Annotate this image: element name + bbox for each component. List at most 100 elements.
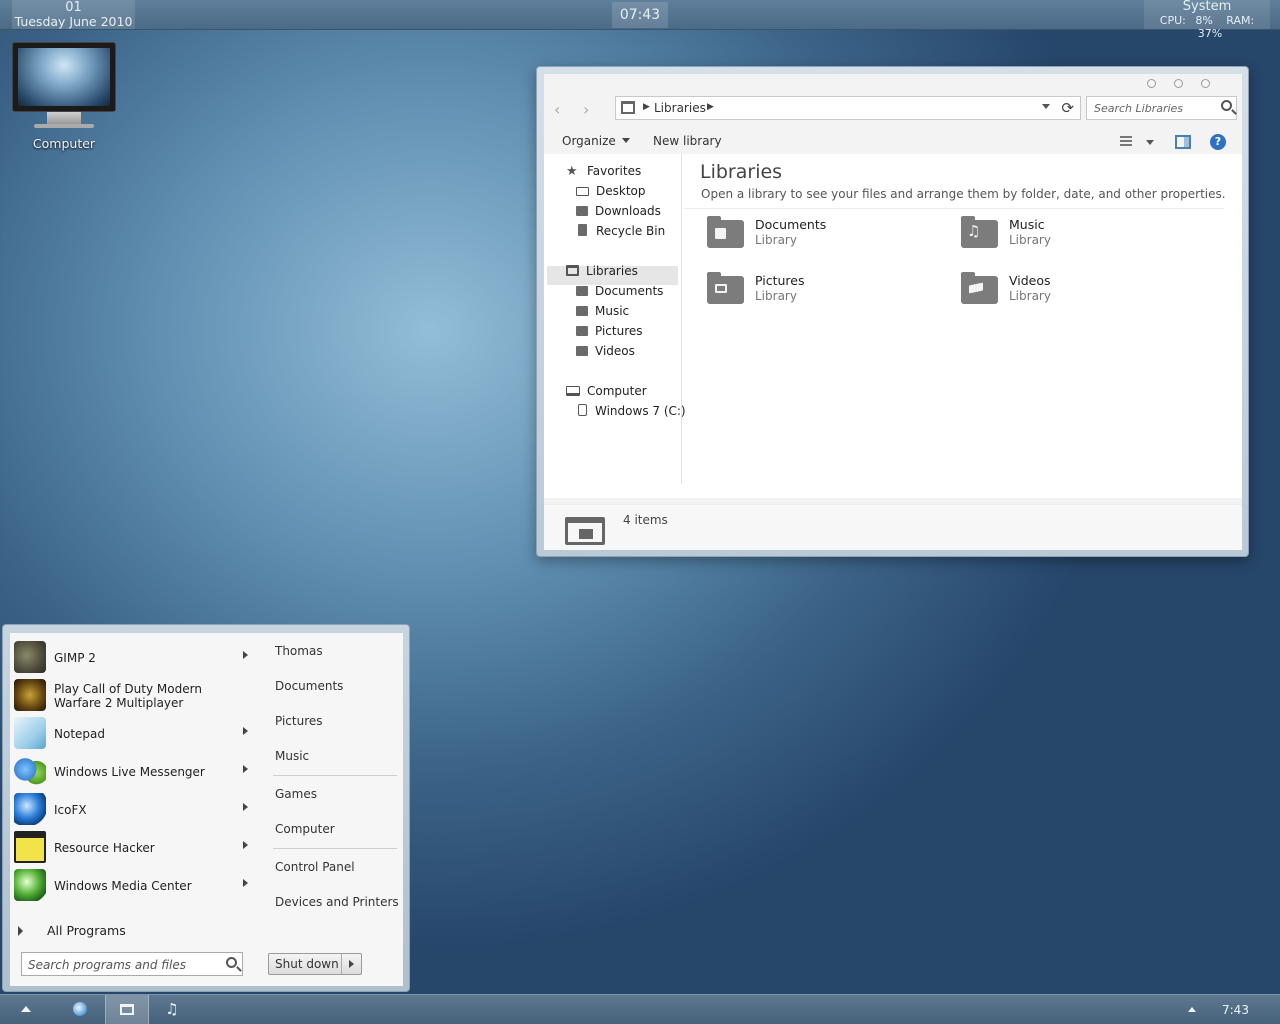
program-resource-hacker[interactable]: Resource Hacker (12, 829, 250, 865)
ram-value: 37% (1197, 27, 1223, 40)
help-icon[interactable]: ? (1210, 134, 1226, 150)
forward-button[interactable]: › (583, 100, 589, 119)
folder-icon (120, 1004, 134, 1015)
library-tile-documents[interactable]: Documents Library (707, 216, 927, 257)
pictures-folder-icon (576, 326, 588, 336)
taskbar-explorer-button[interactable] (105, 995, 149, 1024)
start-button[interactable] (4, 995, 48, 1024)
ram-label: RAM: (1226, 14, 1255, 27)
submenu-arrow-icon (243, 841, 248, 849)
media-center-icon (14, 869, 46, 901)
close-button[interactable] (1201, 79, 1210, 88)
icofx-icon (14, 793, 46, 825)
library-tile-videos[interactable]: Videos Library (961, 272, 1181, 313)
date-day: 01 (65, 0, 82, 15)
cpu-value: 8% (1195, 14, 1213, 27)
cpu-label: CPU: (1159, 14, 1186, 27)
organize-menu[interactable]: Organize (562, 134, 630, 148)
videos-library-icon (961, 272, 998, 304)
chevron-right-icon (18, 926, 23, 936)
desktop-icon-computer[interactable]: Computer (10, 42, 118, 151)
caption-buttons (1133, 77, 1210, 91)
shutdown-button[interactable]: Shut down (268, 953, 362, 975)
program-gimp[interactable]: GIMP 2 (12, 639, 250, 675)
details-pane: 4 items (544, 504, 1242, 550)
messenger-icon (14, 755, 46, 787)
taskbar-clock[interactable]: 7:43 (1222, 1003, 1249, 1017)
place-user[interactable]: Thomas (275, 644, 323, 658)
taskbar-ie-button[interactable] (58, 995, 102, 1024)
submenu-arrow-icon (243, 727, 248, 735)
program-media-center[interactable]: Windows Media Center (12, 867, 250, 903)
documents-library-icon (707, 216, 744, 248)
search-icon[interactable] (1221, 100, 1232, 111)
maximize-button[interactable] (1174, 79, 1184, 88)
breadcrumb-separator-icon[interactable]: ▶ (707, 102, 714, 112)
downloads-folder-icon (576, 206, 588, 216)
nav-computer[interactable]: Computer (566, 384, 647, 403)
program-live-messenger[interactable]: Windows Live Messenger (12, 753, 250, 789)
show-hidden-icons-icon[interactable] (1188, 1007, 1196, 1012)
nav-videos[interactable]: Videos (576, 344, 635, 363)
nav-documents[interactable]: Documents (576, 284, 663, 303)
nav-desktop[interactable]: Desktop (576, 184, 646, 203)
explorer-content: ★ Favorites Desktop Downloads Recycle Bin… (544, 154, 1242, 498)
place-control-panel[interactable]: Control Panel (275, 860, 355, 874)
address-dropdown-icon[interactable] (1042, 104, 1050, 109)
item-count: 4 items (623, 513, 668, 527)
place-games[interactable]: Games (275, 787, 317, 801)
system-monitor-widget: System CPU: 8% RAM: 37% (1144, 0, 1270, 40)
chevron-down-icon (621, 138, 630, 143)
shutdown-options-arrow-icon[interactable] (341, 954, 361, 974)
program-icofx[interactable]: IcoFX (12, 791, 250, 827)
place-pictures[interactable]: Pictures (275, 714, 323, 728)
view-options-chevron-icon[interactable] (1146, 140, 1154, 145)
documents-folder-icon (576, 286, 588, 296)
notepad-icon (14, 717, 46, 749)
place-documents[interactable]: Documents (275, 679, 343, 693)
search-icon[interactable] (226, 957, 237, 968)
new-library-button[interactable]: New library (653, 134, 722, 148)
taskbar-media-button[interactable]: ♫ (150, 995, 194, 1024)
start-search-input[interactable]: Search programs and files (21, 952, 243, 976)
start-arrow-icon (21, 1006, 31, 1012)
computer-icon (566, 386, 580, 396)
nav-libraries[interactable]: Libraries (566, 264, 638, 283)
library-large-icon (565, 517, 605, 545)
library-tile-pictures[interactable]: Pictures Library (707, 272, 927, 313)
nav-downloads[interactable]: Downloads (576, 204, 661, 223)
change-view-icon[interactable] (1120, 134, 1136, 147)
library-icon (566, 265, 579, 276)
start-menu: GIMP 2 Play Call of Duty Modern Warfare … (2, 624, 410, 992)
nav-favorites[interactable]: ★ Favorites (566, 164, 641, 183)
drive-icon (578, 404, 587, 416)
nav-drive-c[interactable]: Windows 7 (C:) (576, 404, 686, 423)
preview-pane-icon[interactable] (1175, 135, 1191, 149)
nav-recycle-bin[interactable]: Recycle Bin (576, 224, 665, 243)
search-libraries-input[interactable]: Search Libraries (1086, 96, 1237, 120)
library-tile-music[interactable]: ♫ Music Library (961, 216, 1181, 257)
submenu-arrow-icon (243, 765, 248, 773)
breadcrumb[interactable]: Libraries (654, 101, 706, 115)
minimize-button[interactable] (1147, 79, 1157, 88)
program-cod-mw2[interactable]: Play Call of Duty Modern Warfare 2 Multi… (12, 677, 250, 713)
address-bar[interactable]: ▶ Libraries ▶ ⟳ (615, 96, 1081, 120)
videos-folder-icon (576, 346, 588, 356)
resource-hacker-icon (14, 831, 46, 863)
nav-music[interactable]: Music (576, 304, 629, 323)
gimp-icon (14, 641, 46, 673)
monitor-icon (12, 42, 116, 112)
command-bar: Organize New library (544, 126, 1242, 152)
program-notepad[interactable]: Notepad (12, 715, 250, 751)
music-library-icon: ♫ (961, 216, 998, 248)
nav-pictures[interactable]: Pictures (576, 324, 643, 343)
place-devices-printers[interactable]: Devices and Printers (275, 895, 399, 909)
place-music[interactable]: Music (275, 749, 309, 763)
search-placeholder: Search Libraries (1094, 102, 1184, 115)
all-programs-button[interactable]: All Programs (18, 923, 126, 938)
taskbar: ♫ 7:43 (0, 994, 1280, 1024)
refresh-icon[interactable]: ⟳ (1061, 99, 1074, 117)
place-computer[interactable]: Computer (275, 822, 335, 836)
submenu-arrow-icon (243, 879, 248, 887)
back-button[interactable]: ‹ (554, 100, 560, 119)
